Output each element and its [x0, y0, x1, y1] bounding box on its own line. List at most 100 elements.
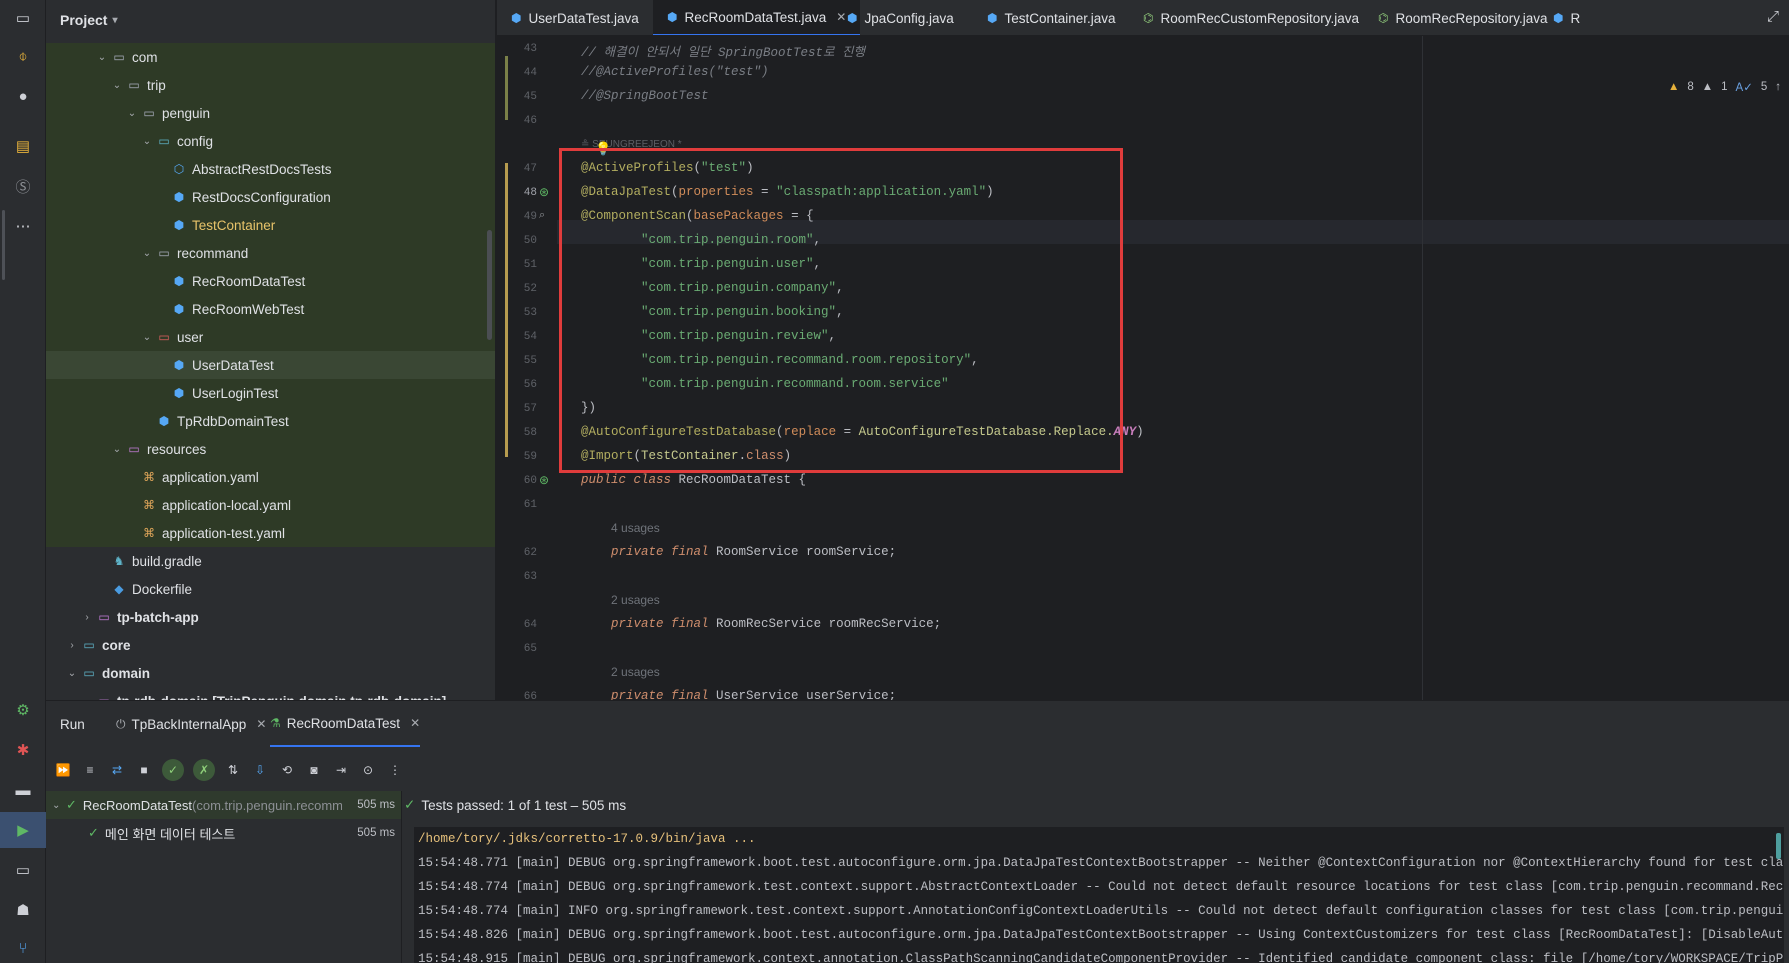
code-line[interactable]: private final RoomService roomService;	[581, 545, 896, 559]
terminal-tool-icon[interactable]: ▬	[0, 772, 46, 808]
tree-item[interactable]: ⬢ RecRoomWebTest	[46, 295, 495, 323]
tree-item[interactable]: ⌄ ▭ trip	[46, 71, 495, 99]
tree-item[interactable]: › ▭ core	[46, 631, 495, 659]
tree-item[interactable]: ⌄ ▭ recommand	[46, 239, 495, 267]
terminal-icon[interactable]: ▭	[0, 852, 46, 888]
intention-bulb-icon[interactable]: 💡	[595, 141, 611, 157]
rerun-failed-icon[interactable]: ≡	[81, 761, 99, 779]
close-icon[interactable]: ✕	[256, 717, 266, 731]
editor-tab[interactable]: ⬢ RecRoomDataTest.java ✕	[653, 0, 861, 35]
import-tests-icon[interactable]: ⇩	[251, 761, 269, 779]
show-ignored-icon[interactable]: ✗	[193, 759, 215, 781]
tree-item[interactable]: ⌄ ▭ config	[46, 127, 495, 155]
code-line[interactable]: private final UserService userService;	[581, 689, 896, 700]
editor-tab[interactable]: ⬢ TestContainer.java	[973, 0, 1130, 35]
maximize-editor-icon[interactable]: ⤢	[1767, 8, 1779, 25]
editor-tab[interactable]: ⬢ R	[1539, 0, 1594, 35]
history-icon[interactable]: ⟲	[278, 761, 296, 779]
structure-icon[interactable]: Ⓢ	[0, 168, 46, 204]
chevron-down-icon[interactable]: ⌄	[139, 136, 155, 147]
code-line[interactable]: //@ActiveProfiles("test")	[581, 65, 769, 79]
chevron-down-icon[interactable]: ▾	[112, 15, 117, 26]
toggle-auto-test-icon[interactable]: ⇄	[108, 761, 126, 779]
tree-item[interactable]: ◆ Dockerfile	[46, 575, 495, 603]
editor-tab[interactable]: ⬢ UserDataTest.java	[497, 0, 653, 35]
project-panel-header[interactable]: Project ▾	[46, 0, 495, 40]
code-line[interactable]: "com.trip.penguin.review",	[581, 329, 836, 343]
code-line[interactable]: "com.trip.penguin.booking",	[581, 305, 844, 319]
code-line[interactable]: @DataJpaTest(properties = "classpath:app…	[581, 185, 994, 199]
inspections-widget[interactable]: ▲ 8 ▲ 1 A✓ 5 ↑	[1668, 80, 1781, 94]
arrow-up-icon[interactable]: ↑	[1775, 81, 1781, 93]
database-icon[interactable]: ▤	[0, 128, 46, 164]
code-editor[interactable]: 43 44 45 46 47 48 ⊛ 49 ⌕ 50 51 52 53 54 55 56 57 58 59 60 ⊛ 6…	[497, 36, 1789, 700]
code-line[interactable]: @AutoConfigureTestDatabase(replace = Aut…	[581, 425, 1144, 439]
tree-item[interactable]: ♞ build.gradle	[46, 547, 495, 575]
run-tool-icon[interactable]: ▶	[0, 812, 46, 848]
stop-icon[interactable]: ■	[135, 761, 153, 779]
services-icon[interactable]: ⚙	[0, 692, 46, 728]
export-icon[interactable]: ⇥	[332, 761, 350, 779]
sort-icon[interactable]: ⇅	[224, 761, 242, 779]
code-line[interactable]: 2 usages	[581, 593, 660, 608]
chevron-down-icon[interactable]: ⌄	[109, 80, 125, 91]
chevron-down-icon[interactable]: ⌄	[139, 332, 155, 343]
test-tree-item[interactable]: ✓ 메인 화면 데이터 테스트 505 ms	[46, 819, 401, 847]
code-line[interactable]: @ActiveProfiles("test")	[581, 161, 754, 175]
tree-item[interactable]: ⌘ application-test.yaml	[46, 519, 495, 547]
tree-item[interactable]: ⌘ application-local.yaml	[46, 491, 495, 519]
editor-tab[interactable]: ⬢ JpaConfig.java	[833, 0, 968, 35]
code-line[interactable]: "com.trip.penguin.recommand.room.service…	[581, 377, 949, 391]
chevron-down-icon[interactable]: ⌄	[109, 444, 125, 455]
rerun-icon[interactable]: ⏩	[54, 761, 72, 779]
chevron-down-icon[interactable]: ⌄	[94, 52, 110, 63]
git-branch-icon[interactable]: ⑂	[0, 930, 46, 963]
code-line[interactable]: "com.trip.penguin.room",	[581, 233, 821, 247]
chevron-down-icon[interactable]: ⌄	[124, 108, 140, 119]
run-test-gutter-icon[interactable]: ⊛	[539, 473, 549, 487]
code-line[interactable]: private final RoomRecService roomRecServ…	[581, 617, 941, 631]
code-line[interactable]: 2 usages	[581, 665, 660, 680]
code-line[interactable]: "com.trip.penguin.recommand.room.reposit…	[581, 353, 979, 367]
show-passed-icon[interactable]: ✓	[162, 759, 184, 781]
tree-item[interactable]: ⌄ ▭ penguin	[46, 99, 495, 127]
chevron-right-icon[interactable]: ›	[64, 640, 80, 651]
tree-item[interactable]: ⌄ ▭ domain	[46, 659, 495, 687]
code-line[interactable]: 4 usages	[581, 521, 660, 536]
problems-icon[interactable]: ☗	[0, 892, 46, 928]
run-tab[interactable]: ⏻ TpBackInternalApp ✕	[116, 701, 266, 747]
run-tab[interactable]: ⚗ RecRoomDataTest ✕	[270, 701, 421, 747]
project-view-icon[interactable]: ▭	[0, 0, 46, 36]
tree-item[interactable]: ⬢ TpRdbDomainTest	[46, 407, 495, 435]
code-line[interactable]: // 해결이 안되서 일단 SpringBootTest로 진행	[581, 41, 865, 60]
chevron-down-icon[interactable]: ⌄	[52, 800, 66, 811]
console-scrollbar[interactable]	[1776, 833, 1781, 859]
editor-tab[interactable]: ⌬ RoomRecRepository.java	[1364, 0, 1562, 35]
tree-item[interactable]: ⬢ TestContainer	[46, 211, 495, 239]
console-output[interactable]: /home/tory/.jdks/corretto-17.0.9/bin/jav…	[414, 827, 1784, 963]
tree-item[interactable]: ⬡ AbstractRestDocsTests	[46, 155, 495, 183]
debug-icon[interactable]: ✱	[0, 732, 46, 768]
tree-item[interactable]: ⬢ UserLoginTest	[46, 379, 495, 407]
code-line[interactable]: "com.trip.penguin.company",	[581, 281, 844, 295]
editor-tab[interactable]: ⌬ RoomRecCustomRepository.java	[1129, 0, 1373, 35]
chevron-down-icon[interactable]: ⌄	[139, 248, 155, 259]
tree-item[interactable]: ⬢ RestDocsConfiguration	[46, 183, 495, 211]
project-tree-scrollbar[interactable]	[487, 230, 492, 340]
tree-item[interactable]: ⌄ ▭ user	[46, 323, 495, 351]
tree-item[interactable]: ⌄ ▭ resources	[46, 435, 495, 463]
test-tree-item[interactable]: ⌄ ✓ RecRoomDataTest (com.trip.penguin.reco…	[46, 791, 401, 819]
chevron-down-icon[interactable]: ⌄	[64, 668, 80, 679]
tree-item[interactable]: ⌄▭tp-rdb-domain [TripPenguin.domain.tp-r…	[46, 687, 495, 701]
code-line[interactable]: @ComponentScan(basePackages = {	[581, 209, 814, 223]
tree-item[interactable]: ⌘ application.yaml	[46, 463, 495, 491]
more-icon[interactable]: ⋮	[386, 761, 404, 779]
code-line[interactable]: public class RecRoomDataTest {	[581, 473, 806, 487]
commit-icon[interactable]: ⌽	[0, 38, 46, 74]
screenshot-icon[interactable]: ◙	[305, 761, 323, 779]
code-line[interactable]: "com.trip.penguin.user",	[581, 257, 821, 271]
tree-item[interactable]: › ▭ tp-batch-app	[46, 603, 495, 631]
tree-item[interactable]: ⬢ RecRoomDataTest	[46, 267, 495, 295]
code-line[interactable]: //@SpringBootTest	[581, 89, 709, 103]
code-line[interactable]: })	[581, 401, 596, 415]
